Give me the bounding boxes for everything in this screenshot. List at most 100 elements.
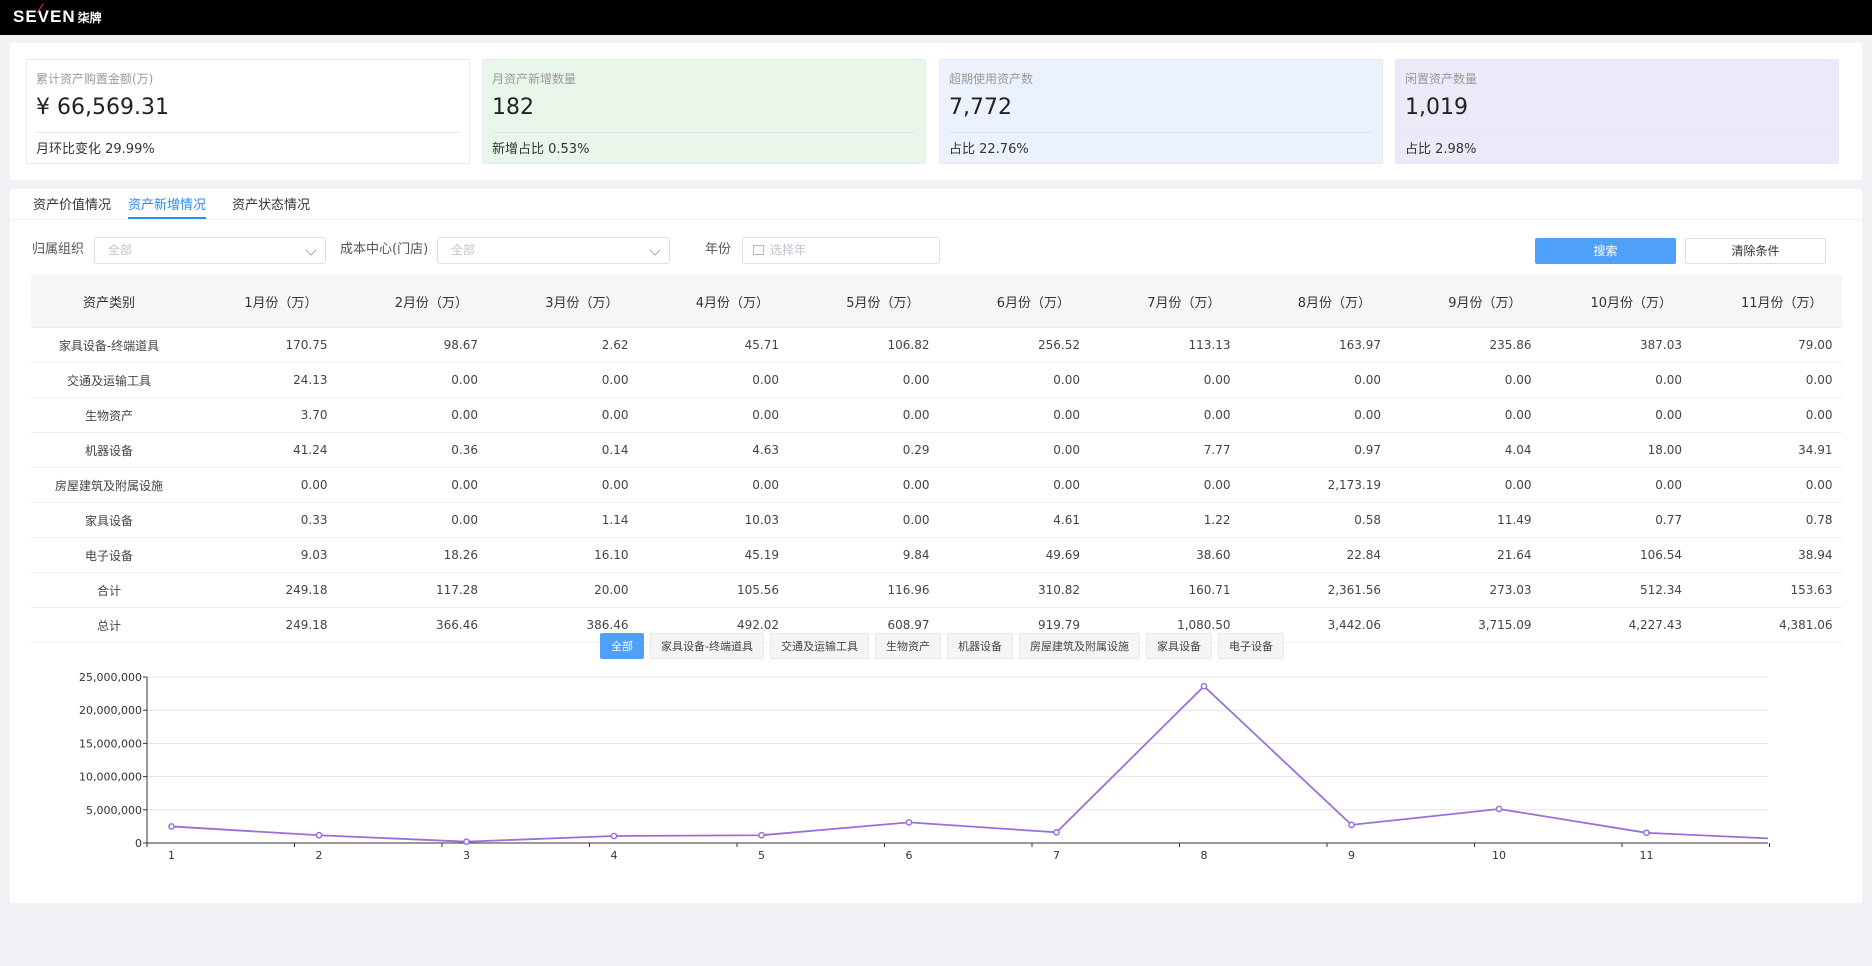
category-chip[interactable]: 家具设备-终端道具: [650, 633, 764, 659]
table-cell: 45.19: [637, 537, 788, 573]
year-picker[interactable]: 选择年: [742, 237, 940, 264]
table-cell: 0.00: [1390, 397, 1541, 433]
tab-asset-new[interactable]: 资产新增情况: [128, 195, 207, 219]
column-header: 6月份（万）: [938, 275, 1089, 328]
category-chip[interactable]: 机器设备: [946, 633, 1013, 659]
table-cell: 249.18: [186, 607, 337, 643]
table-cell: 4.63: [637, 432, 788, 468]
table-cell: 3.70: [186, 397, 337, 433]
table-cell: 256.52: [938, 327, 1089, 363]
table-cell: 10.03: [637, 502, 788, 538]
table-row: 家具设备-终端道具 170.75 98.67 2.62 45.71 106.82 256.5…: [31, 327, 1842, 363]
table-cell: 0.00: [1089, 397, 1240, 433]
table-cell: 0.00: [788, 362, 939, 398]
data-point: [1053, 828, 1060, 836]
category-chip[interactable]: 全部: [600, 633, 644, 659]
tab-asset-status[interactable]: 资产状态情况: [232, 195, 310, 217]
table-cell: 366.46: [336, 607, 487, 643]
x-tick-label: 5: [758, 849, 765, 862]
row-category: 电子设备: [31, 537, 186, 573]
table-cell: 106.54: [1540, 537, 1691, 573]
table-cell: 98.67: [336, 327, 487, 363]
row-category: 家具设备-终端道具: [31, 327, 186, 363]
table-cell: 3,715.09: [1390, 607, 1541, 643]
table-header-row: 资产类别 1月份（万） 2月份（万） 3月份（万） 4月份（万） 5月份（万） 6月份（万）…: [31, 275, 1842, 328]
stat-card-value: 1,019: [1405, 95, 1468, 120]
table-cell: 0.00: [1691, 397, 1842, 433]
stat-card-divider: [492, 132, 916, 133]
data-point: [610, 832, 618, 840]
category-chip[interactable]: 交通及运输工具: [769, 633, 869, 659]
category-chip[interactable]: 房屋建筑及附属设施: [1018, 633, 1140, 659]
data-point: [1200, 682, 1208, 690]
cost-center-label: 成本中心(门店): [340, 242, 429, 257]
cost-center-select[interactable]: 全部: [437, 237, 670, 264]
table-cell: 0.00: [1540, 362, 1691, 398]
table-row: 生物资产 3.70 0.00 0.00 0.00 0.00 0.00 0.00 0.00 0.00…: [31, 397, 1842, 433]
x-tick-label: 1: [168, 849, 175, 862]
table-cell: 0.00: [1390, 467, 1541, 503]
table-cell: 2,173.19: [1239, 467, 1390, 503]
table-row: 交通及运输工具 24.13 0.00 0.00 0.00 0.00 0.00 0.00 0.00…: [31, 362, 1842, 398]
org-select[interactable]: 全部: [94, 237, 326, 264]
category-chip[interactable]: 生物资产: [874, 633, 941, 659]
data-point: [905, 819, 913, 826]
table-cell: 4.61: [938, 502, 1089, 538]
stat-card-value: 182: [492, 95, 534, 120]
table-cell: 512.34: [1540, 572, 1691, 608]
table-cell: 0.00: [1540, 397, 1691, 433]
top-bar: SEVEN ⁄ 柒牌: [0, 0, 1872, 35]
table-cell: 0.00: [938, 397, 1089, 433]
table-cell: 0.00: [938, 432, 1089, 468]
search-button[interactable]: 搜索: [1535, 238, 1676, 264]
stat-card-footer: 新增占比 0.53%: [492, 142, 590, 157]
clear-filters-button[interactable]: 清除条件: [1685, 238, 1826, 264]
table-cell: 9.03: [186, 537, 337, 573]
y-tick-label: 15,000,000: [79, 737, 142, 750]
tab-asset-value[interactable]: 资产价值情况: [33, 195, 111, 217]
y-tick-label: 20,000,000: [79, 704, 142, 717]
brand-logo[interactable]: SEVEN ⁄ 柒牌: [13, 0, 102, 28]
stats-panel: 累计资产购置金额(万) ¥ 66,569.31 月环比变化 29.99% 月资产新增数…: [10, 43, 1862, 180]
table-cell: 0.00: [487, 362, 638, 398]
category-chip[interactable]: 电子设备: [1217, 633, 1284, 659]
data-point: [1495, 805, 1503, 813]
stat-card-value: 7,772: [949, 95, 1012, 120]
stat-card-divider: [36, 132, 460, 133]
stat-card: 月资产新增数量 182 新增占比 0.53%: [482, 59, 926, 164]
data-point: [1643, 829, 1650, 837]
category-chip[interactable]: 家具设备: [1145, 633, 1212, 659]
stat-card-divider: [1405, 132, 1829, 133]
table-cell: 2,361.56: [1239, 572, 1390, 608]
table-cell: 249.18: [186, 572, 337, 608]
table-cell: 235.86: [1390, 327, 1541, 363]
table-cell: 0.00: [788, 467, 939, 503]
cost-center-select-value: 全部: [451, 243, 476, 257]
x-tick-label: 4: [611, 849, 618, 862]
stat-card-value: ¥ 66,569.31: [36, 95, 169, 120]
logo-wordmark: SEVEN ⁄: [13, 0, 76, 26]
table-cell: 16.10: [487, 537, 638, 573]
y-tick-label: 5,000,000: [86, 804, 142, 817]
stat-card-divider: [949, 132, 1373, 133]
table-cell: 0.14: [487, 432, 638, 468]
table-cell: 0.00: [336, 362, 487, 398]
table-cell: 0.00: [1239, 362, 1390, 398]
table-cell: 0.77: [1540, 502, 1691, 538]
table-cell: 0.29: [788, 432, 939, 468]
row-category: 房屋建筑及附属设施: [31, 467, 186, 503]
table-cell: 387.03: [1540, 327, 1691, 363]
year-label: 年份: [705, 242, 732, 257]
table-cell: 163.97: [1239, 327, 1390, 363]
y-tick-label: 25,000,000: [79, 671, 142, 684]
stat-card: 累计资产购置金额(万) ¥ 66,569.31 月环比变化 29.99%: [26, 59, 470, 164]
table-cell: 18.26: [336, 537, 487, 573]
column-header: 4月份（万）: [637, 275, 788, 328]
stat-card-title: 超期使用资产数: [949, 72, 1034, 86]
table-cell: 0.00: [487, 397, 638, 433]
x-tick-label: 3: [463, 849, 470, 862]
y-tick-label: 0: [135, 837, 142, 850]
row-category: 合计: [31, 572, 186, 608]
chevron-down-icon: [649, 244, 661, 256]
table-cell: 0.36: [336, 432, 487, 468]
